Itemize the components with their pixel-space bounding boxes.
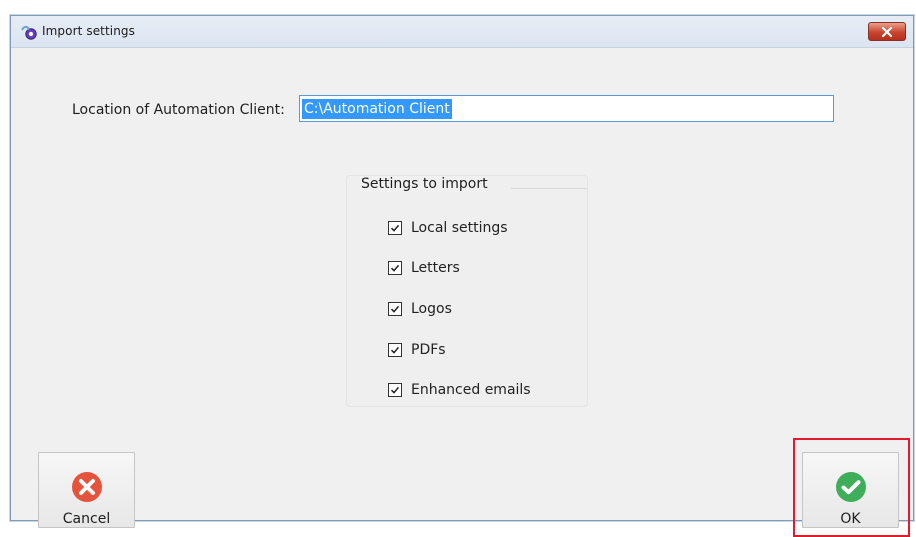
import-settings-icon xyxy=(21,25,37,40)
checkbox-pdfs[interactable]: PDFs xyxy=(388,341,446,359)
checkbox-label: Enhanced emails xyxy=(411,382,531,398)
settings-to-import-group: Settings to import Local settings Letter… xyxy=(347,176,587,406)
titlebar: Import settings xyxy=(11,16,913,48)
ok-button[interactable]: OK xyxy=(802,452,899,528)
dialog-content: Location of Automation Client: C:\Automa… xyxy=(11,48,913,537)
group-divider xyxy=(511,188,587,189)
checkbox-letters[interactable]: Letters xyxy=(388,259,460,277)
location-label: Location of Automation Client: xyxy=(72,102,285,118)
checkbox-logos[interactable]: Logos xyxy=(388,300,452,318)
location-value: C:\Automation Client xyxy=(302,98,452,119)
checkbox-label: PDFs xyxy=(411,342,446,358)
checkbox-checked-icon xyxy=(388,261,402,275)
close-button[interactable] xyxy=(868,22,906,41)
checkbox-label: Local settings xyxy=(411,220,508,236)
checkbox-label: Letters xyxy=(411,260,460,276)
checkbox-checked-icon xyxy=(388,383,402,397)
checkbox-label: Logos xyxy=(411,301,452,317)
cancel-x-icon xyxy=(71,472,102,502)
location-input[interactable]: C:\Automation Client xyxy=(299,95,834,122)
checkbox-checked-icon xyxy=(388,343,402,357)
ok-check-icon xyxy=(835,472,866,502)
import-settings-window: Import settings Location of Automation C… xyxy=(10,15,914,537)
cancel-label: Cancel xyxy=(62,511,111,527)
window-title: Import settings xyxy=(42,24,135,38)
checkbox-checked-icon xyxy=(388,302,402,316)
checkbox-enhanced-emails[interactable]: Enhanced emails xyxy=(388,381,531,399)
ok-label: OK xyxy=(840,511,861,527)
checkbox-local-settings[interactable]: Local settings xyxy=(388,219,508,237)
checkbox-checked-icon xyxy=(388,221,402,235)
cancel-button[interactable]: Cancel xyxy=(38,452,135,528)
close-icon xyxy=(881,26,893,37)
group-title: Settings to import xyxy=(359,176,490,192)
